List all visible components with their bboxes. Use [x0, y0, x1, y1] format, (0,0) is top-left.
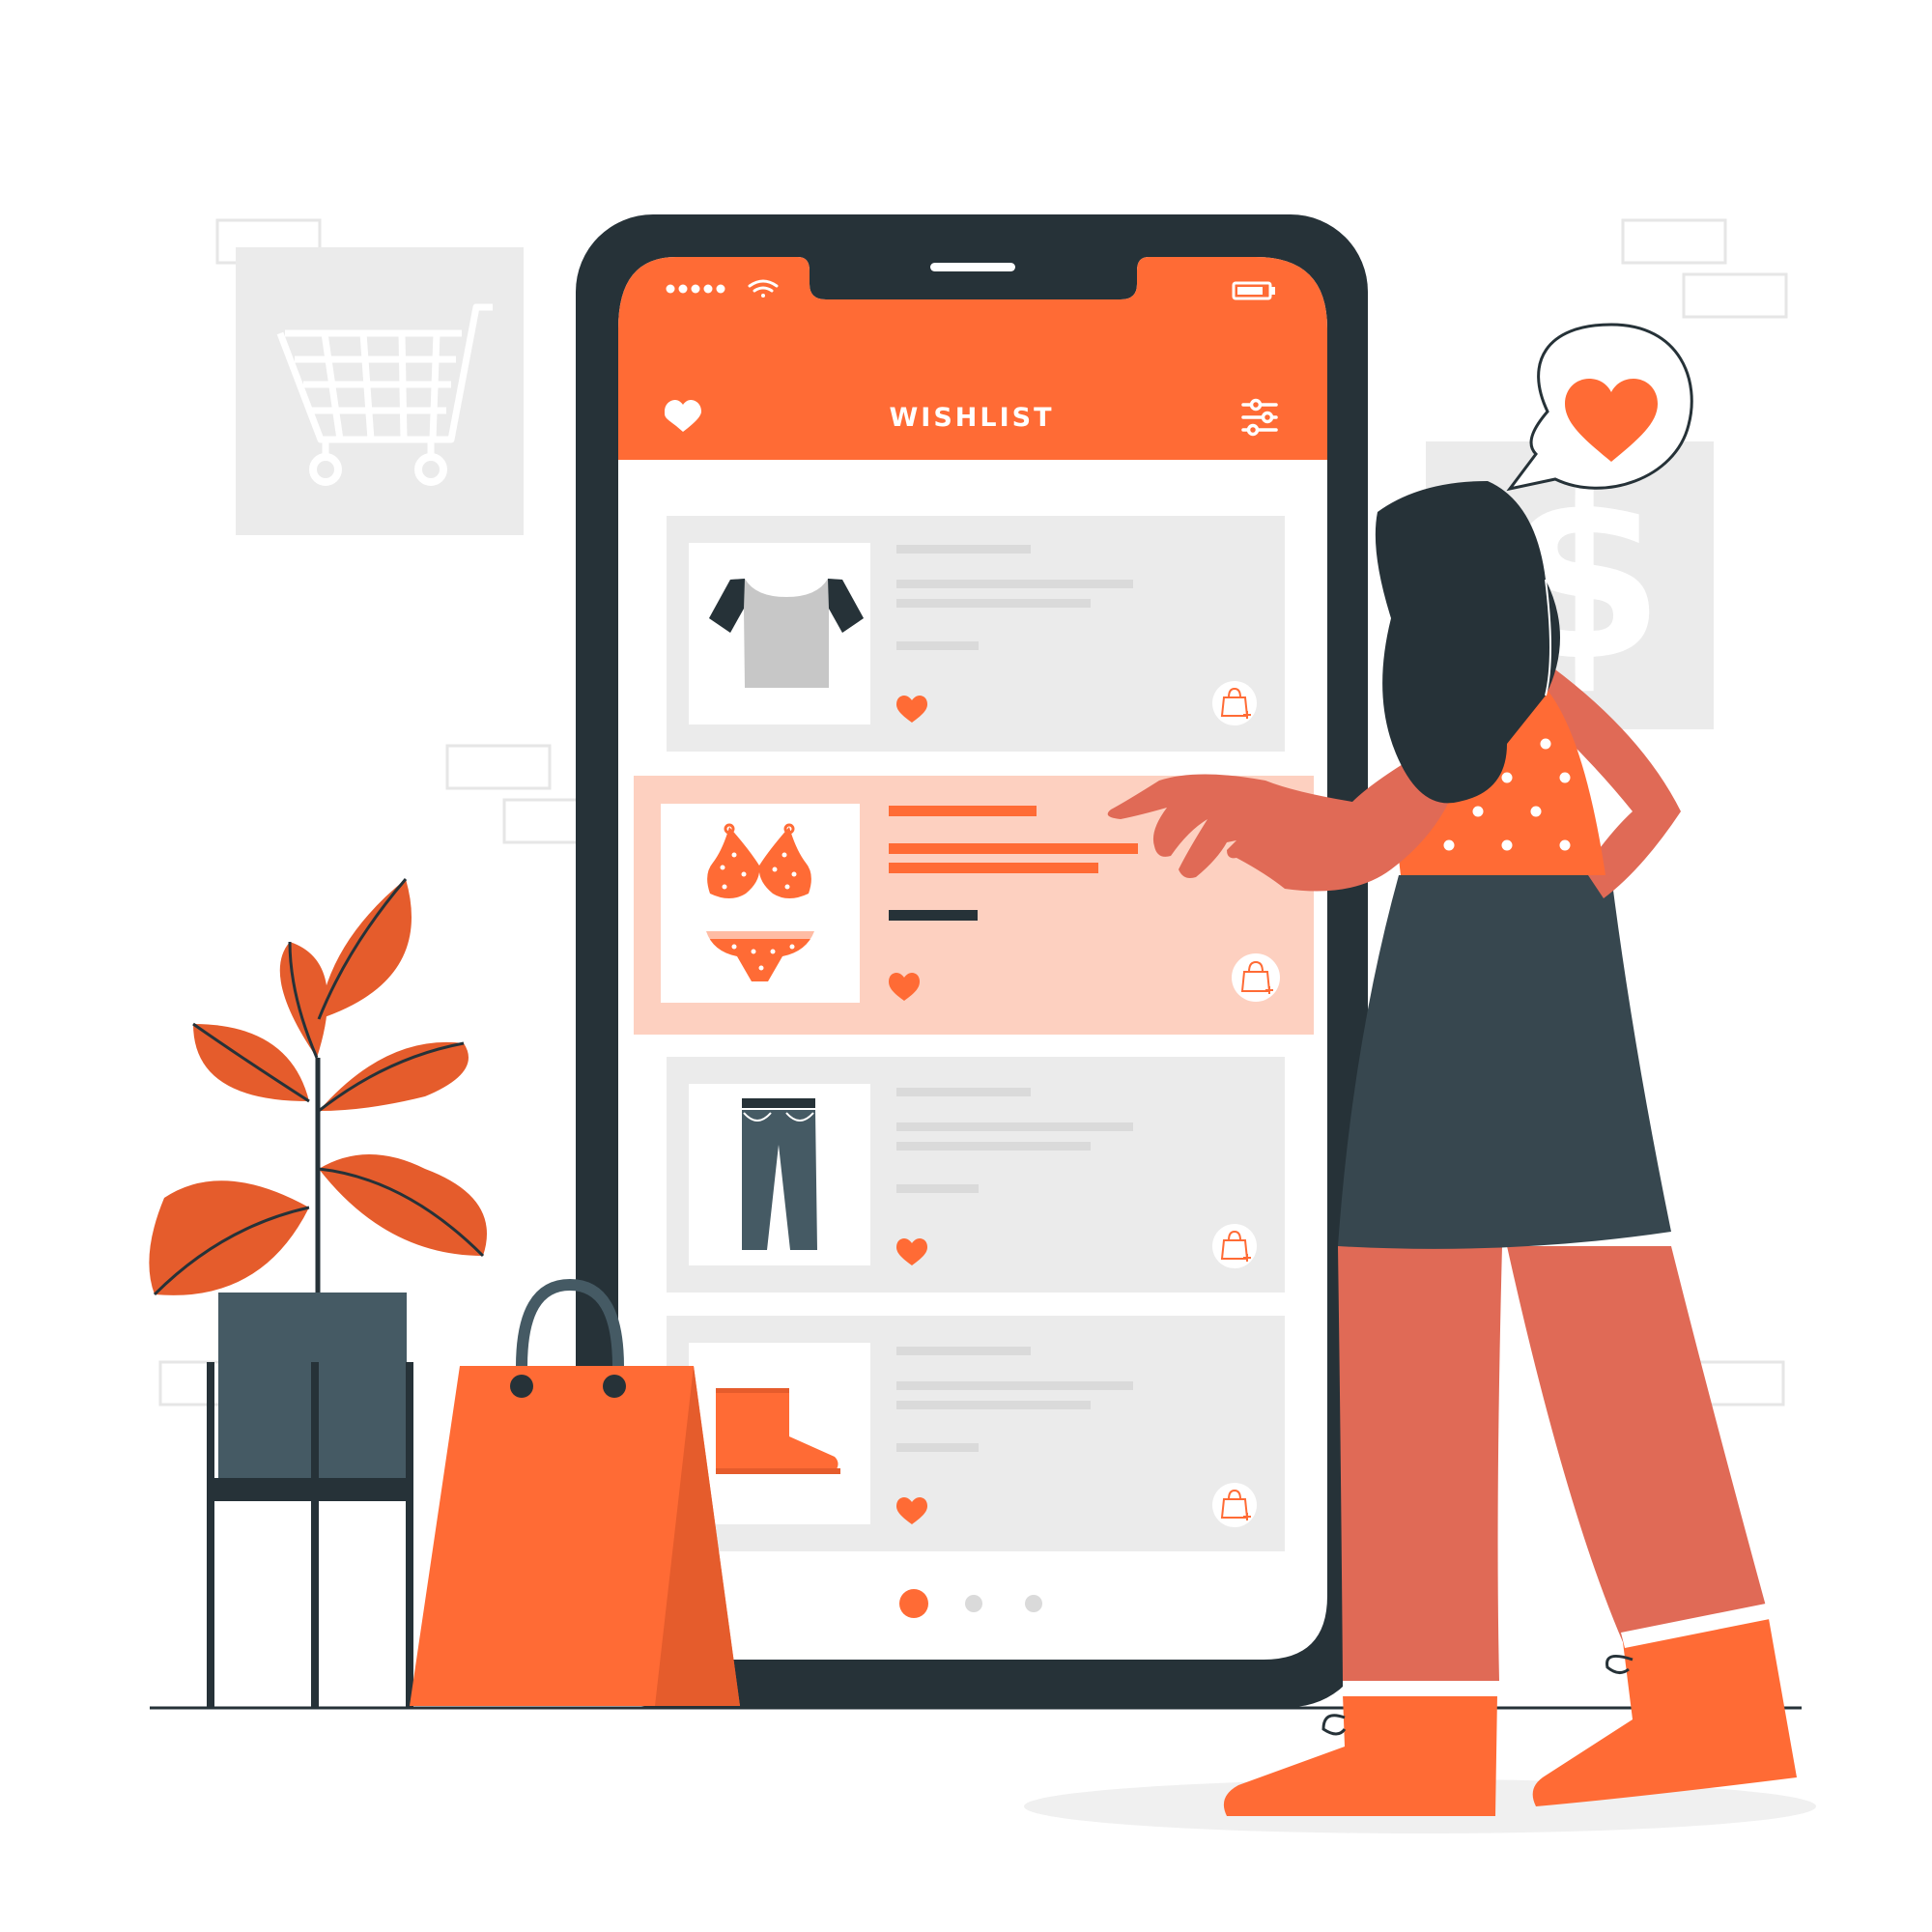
speech-bubble [1506, 323, 1693, 492]
bag-plus-icon[interactable] [1212, 1224, 1257, 1268]
cart-panel [236, 247, 524, 535]
page-dot[interactable] [1025, 1595, 1042, 1612]
sliders-icon[interactable] [1241, 398, 1278, 437]
page-dot[interactable] [965, 1595, 982, 1612]
page-dot-active[interactable] [899, 1589, 928, 1618]
bag-plus-icon[interactable] [1212, 1483, 1257, 1527]
wishlist-card-boot[interactable] [667, 1316, 1285, 1551]
speaker-slot [930, 263, 1015, 271]
bag-plus-icon[interactable] [1232, 953, 1280, 1002]
bag-plus-icon[interactable] [1212, 681, 1257, 725]
wishlist-illustration: $ WISHLIST [149, 214, 1816, 1833]
screen-title: WISHLIST [890, 403, 1055, 433]
wishlist-card-tshirt[interactable] [667, 516, 1285, 752]
wishlist-card-jeans[interactable] [667, 1057, 1285, 1293]
plant-stand-top [207, 1478, 413, 1501]
